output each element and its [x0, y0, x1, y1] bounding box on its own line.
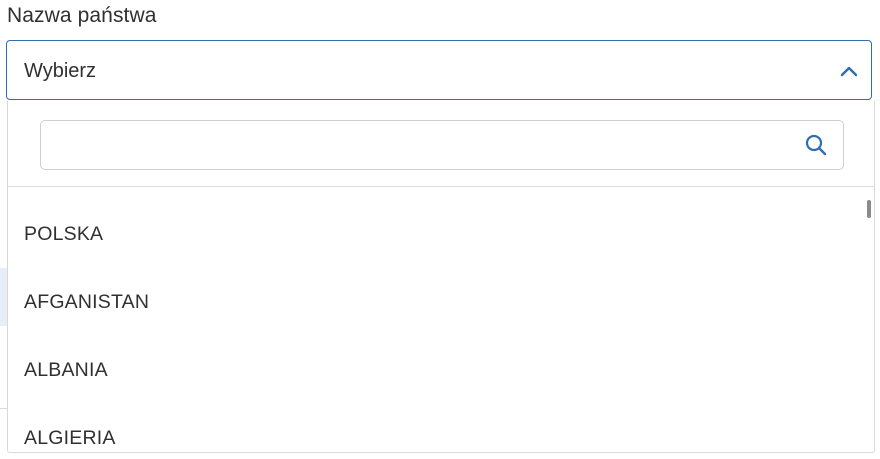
country-select[interactable]: Wybierz [6, 40, 872, 100]
country-option-label: ALGIERIA [24, 427, 116, 449]
country-options-list: POLSKA AFGANISTAN ALBANIA ALGIERIA [8, 188, 874, 452]
country-option-label: AFGANISTAN [24, 291, 150, 313]
country-option-polska[interactable]: POLSKA [8, 188, 863, 256]
country-option-albania[interactable]: ALBANIA [8, 324, 863, 392]
country-option-afganistan[interactable]: AFGANISTAN [8, 256, 863, 324]
country-search-input[interactable] [40, 120, 844, 170]
dropdown-search-area [8, 101, 874, 187]
country-dropdown: POLSKA AFGANISTAN ALBANIA ALGIERIA [7, 101, 875, 453]
country-select-screen: Nazwa państwa Wybierz POLSKA AFGANISTAN … [0, 0, 880, 459]
country-option-label: POLSKA [24, 223, 104, 245]
dropdown-scrollbar[interactable] [867, 200, 871, 218]
country-option-algieria[interactable]: ALGIERIA [8, 392, 863, 452]
country-select-value: Wybierz [24, 60, 97, 82]
country-field-label: Nazwa państwa [7, 4, 157, 27]
search-icon[interactable] [804, 133, 828, 157]
chevron-up-icon[interactable] [839, 61, 859, 81]
country-option-label: ALBANIA [24, 359, 108, 381]
